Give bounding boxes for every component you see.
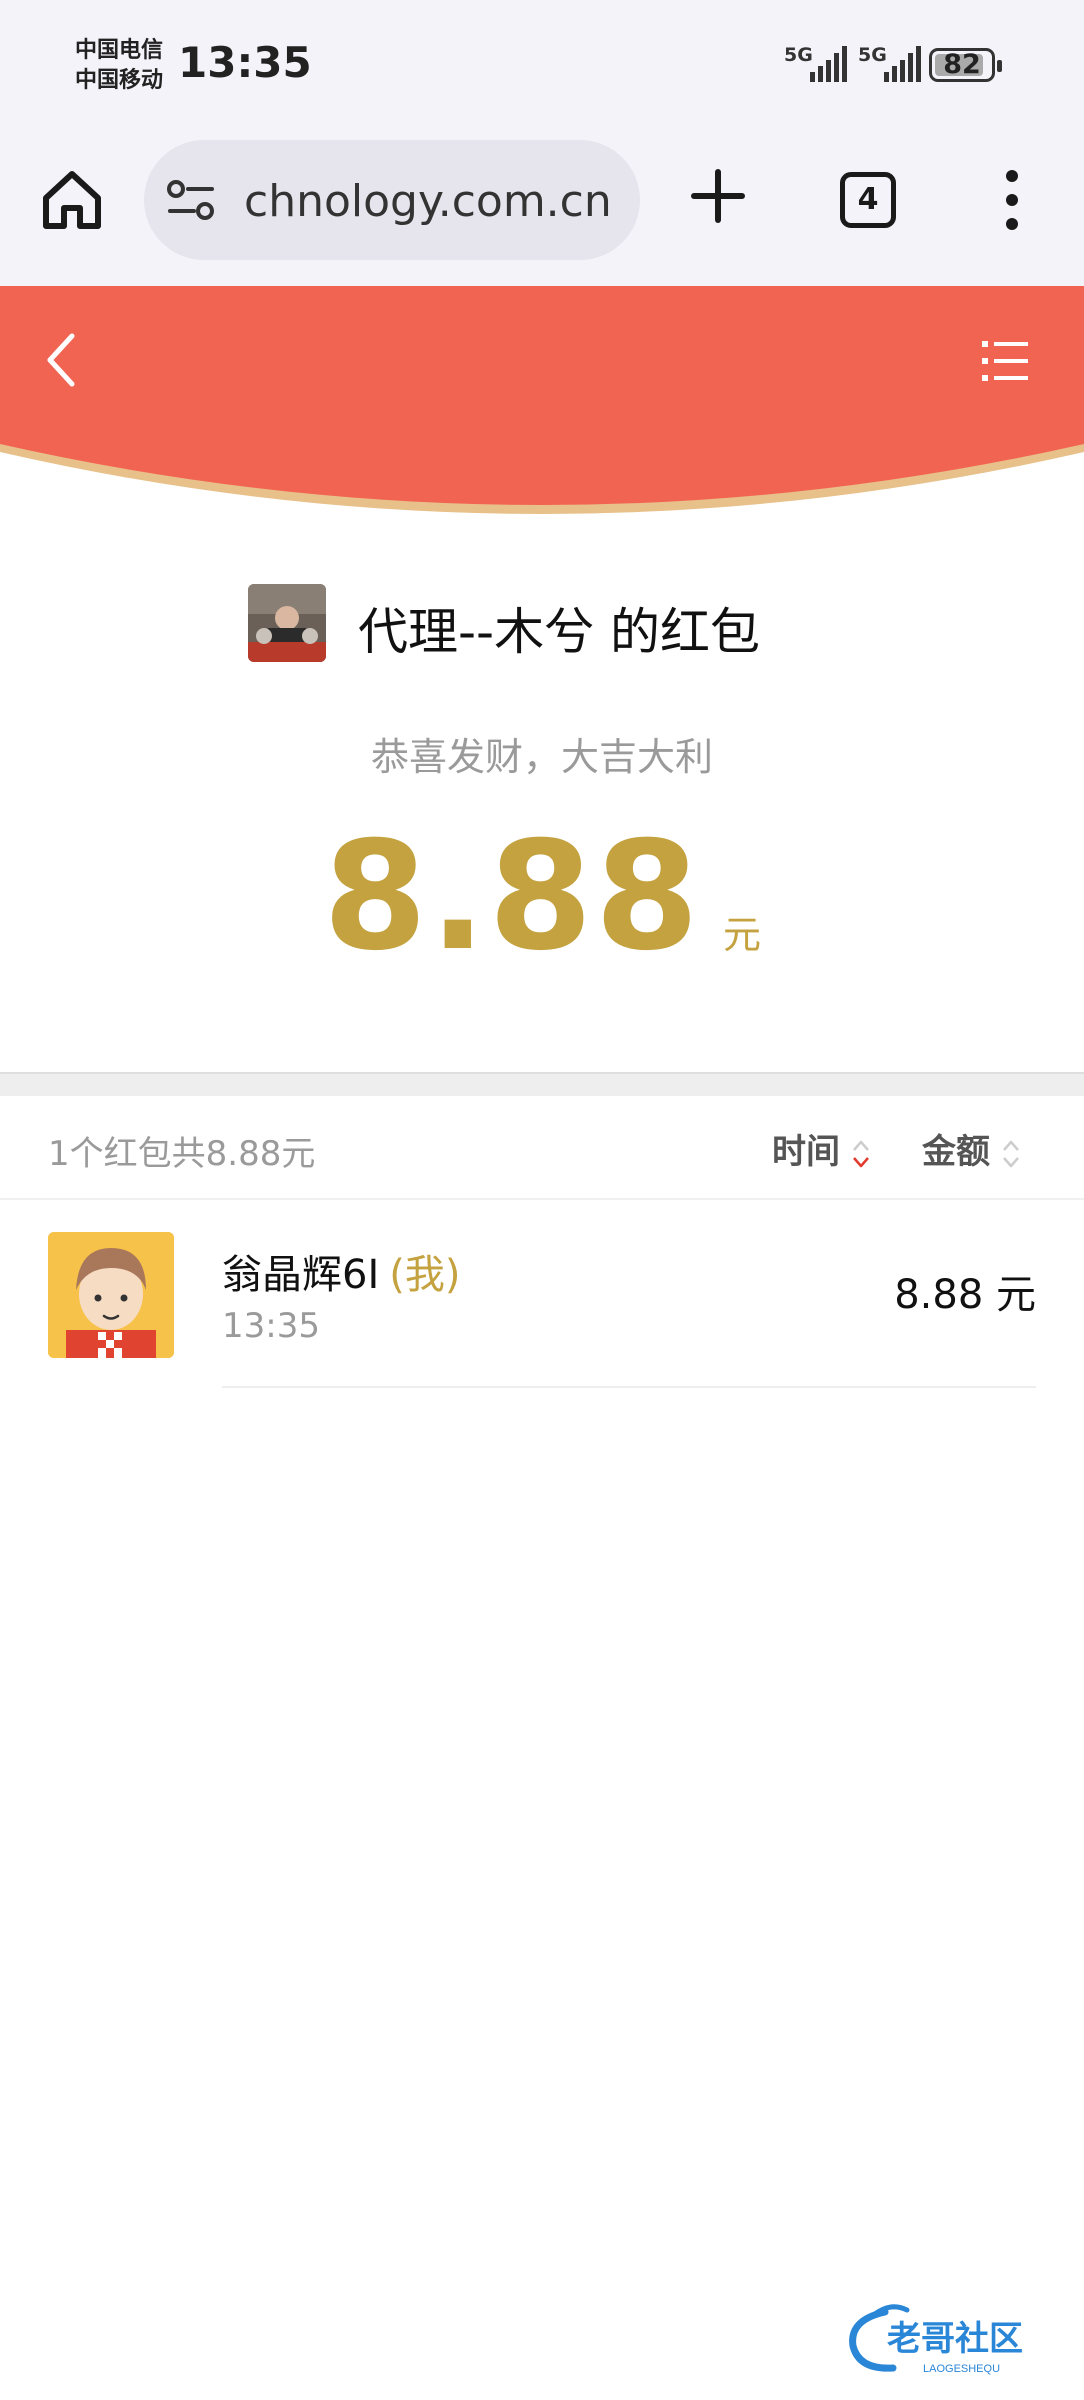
sort-arrow-icon [1003, 1140, 1019, 1167]
battery-nub [997, 60, 1002, 72]
browser-toolbar: chnology.com.cn 4 [0, 130, 1084, 286]
received-amount: 8.88 元 [894, 1272, 1036, 1318]
battery-icon: 82 [929, 48, 1002, 82]
header-background [0, 286, 1084, 514]
carrier-2: 中国移动 [75, 68, 164, 93]
new-tab-icon[interactable] [688, 166, 748, 226]
amount-row: 8.88 元 [0, 810, 1084, 984]
site-settings-icon[interactable] [166, 178, 216, 222]
recipient-name-line: 翁晶辉6I (我) [222, 1242, 460, 1300]
avatar [48, 1232, 174, 1358]
greeting-text: 恭喜发财，大吉大利 [370, 735, 713, 779]
sort-amount-label: 金额 [922, 1132, 990, 1172]
receive-time: 13:35 [222, 1306, 320, 1346]
status-bar: 中国电信 中国移动 13:35 5G 5G 82 [0, 0, 1084, 130]
carrier-1: 中国电信 [75, 38, 164, 63]
sort-time-label: 时间 [772, 1132, 840, 1172]
hongbao-header [0, 286, 1084, 526]
hongbao-amount: 8.88 [322, 810, 702, 984]
address-bar[interactable]: chnology.com.cn [144, 140, 640, 260]
back-icon[interactable] [38, 330, 88, 390]
signal-bars-icon [884, 46, 921, 82]
amount-unit: 元 [723, 913, 762, 957]
watermark-logo: 老哥社区 LAOGESHEQU [849, 2304, 1023, 2375]
section-divider [0, 1072, 1084, 1096]
sender-name: 代理--木兮 的红包 [358, 603, 760, 661]
signal-bars-icon [810, 46, 847, 82]
list-menu-icon[interactable] [980, 338, 1030, 384]
status-clock: 13:35 [178, 38, 312, 87]
carrier-labels: 中国电信 中国移动 [75, 36, 163, 96]
recipient-name: 翁晶辉6I [222, 1252, 380, 1298]
list-item[interactable]: 翁晶辉6I (我) 13:35 8.88 元 [0, 1200, 1084, 1390]
summary-row: 1个红包共8.88元 时间 金额 [0, 1096, 1084, 1200]
url-text[interactable]: chnology.com.cn [244, 176, 624, 227]
sort-arrow-icon [853, 1140, 869, 1167]
watermark-text: 老哥社区 [887, 2320, 1023, 2358]
me-tag: (我) [389, 1252, 461, 1298]
summary-text: 1个红包共8.88元 [48, 1134, 316, 1174]
home-icon[interactable] [38, 166, 106, 234]
sender-avatar [248, 584, 326, 662]
watermark-subtext: LAOGESHEQU [923, 2363, 1000, 2375]
battery-percent: 82 [943, 49, 981, 80]
more-menu-icon[interactable] [1000, 166, 1024, 234]
tab-switcher-button[interactable]: 4 [840, 172, 896, 228]
sort-by-amount[interactable]: 金额 [922, 1124, 1022, 1173]
row-divider [222, 1386, 1036, 1388]
sort-by-time[interactable]: 时间 [772, 1124, 872, 1173]
